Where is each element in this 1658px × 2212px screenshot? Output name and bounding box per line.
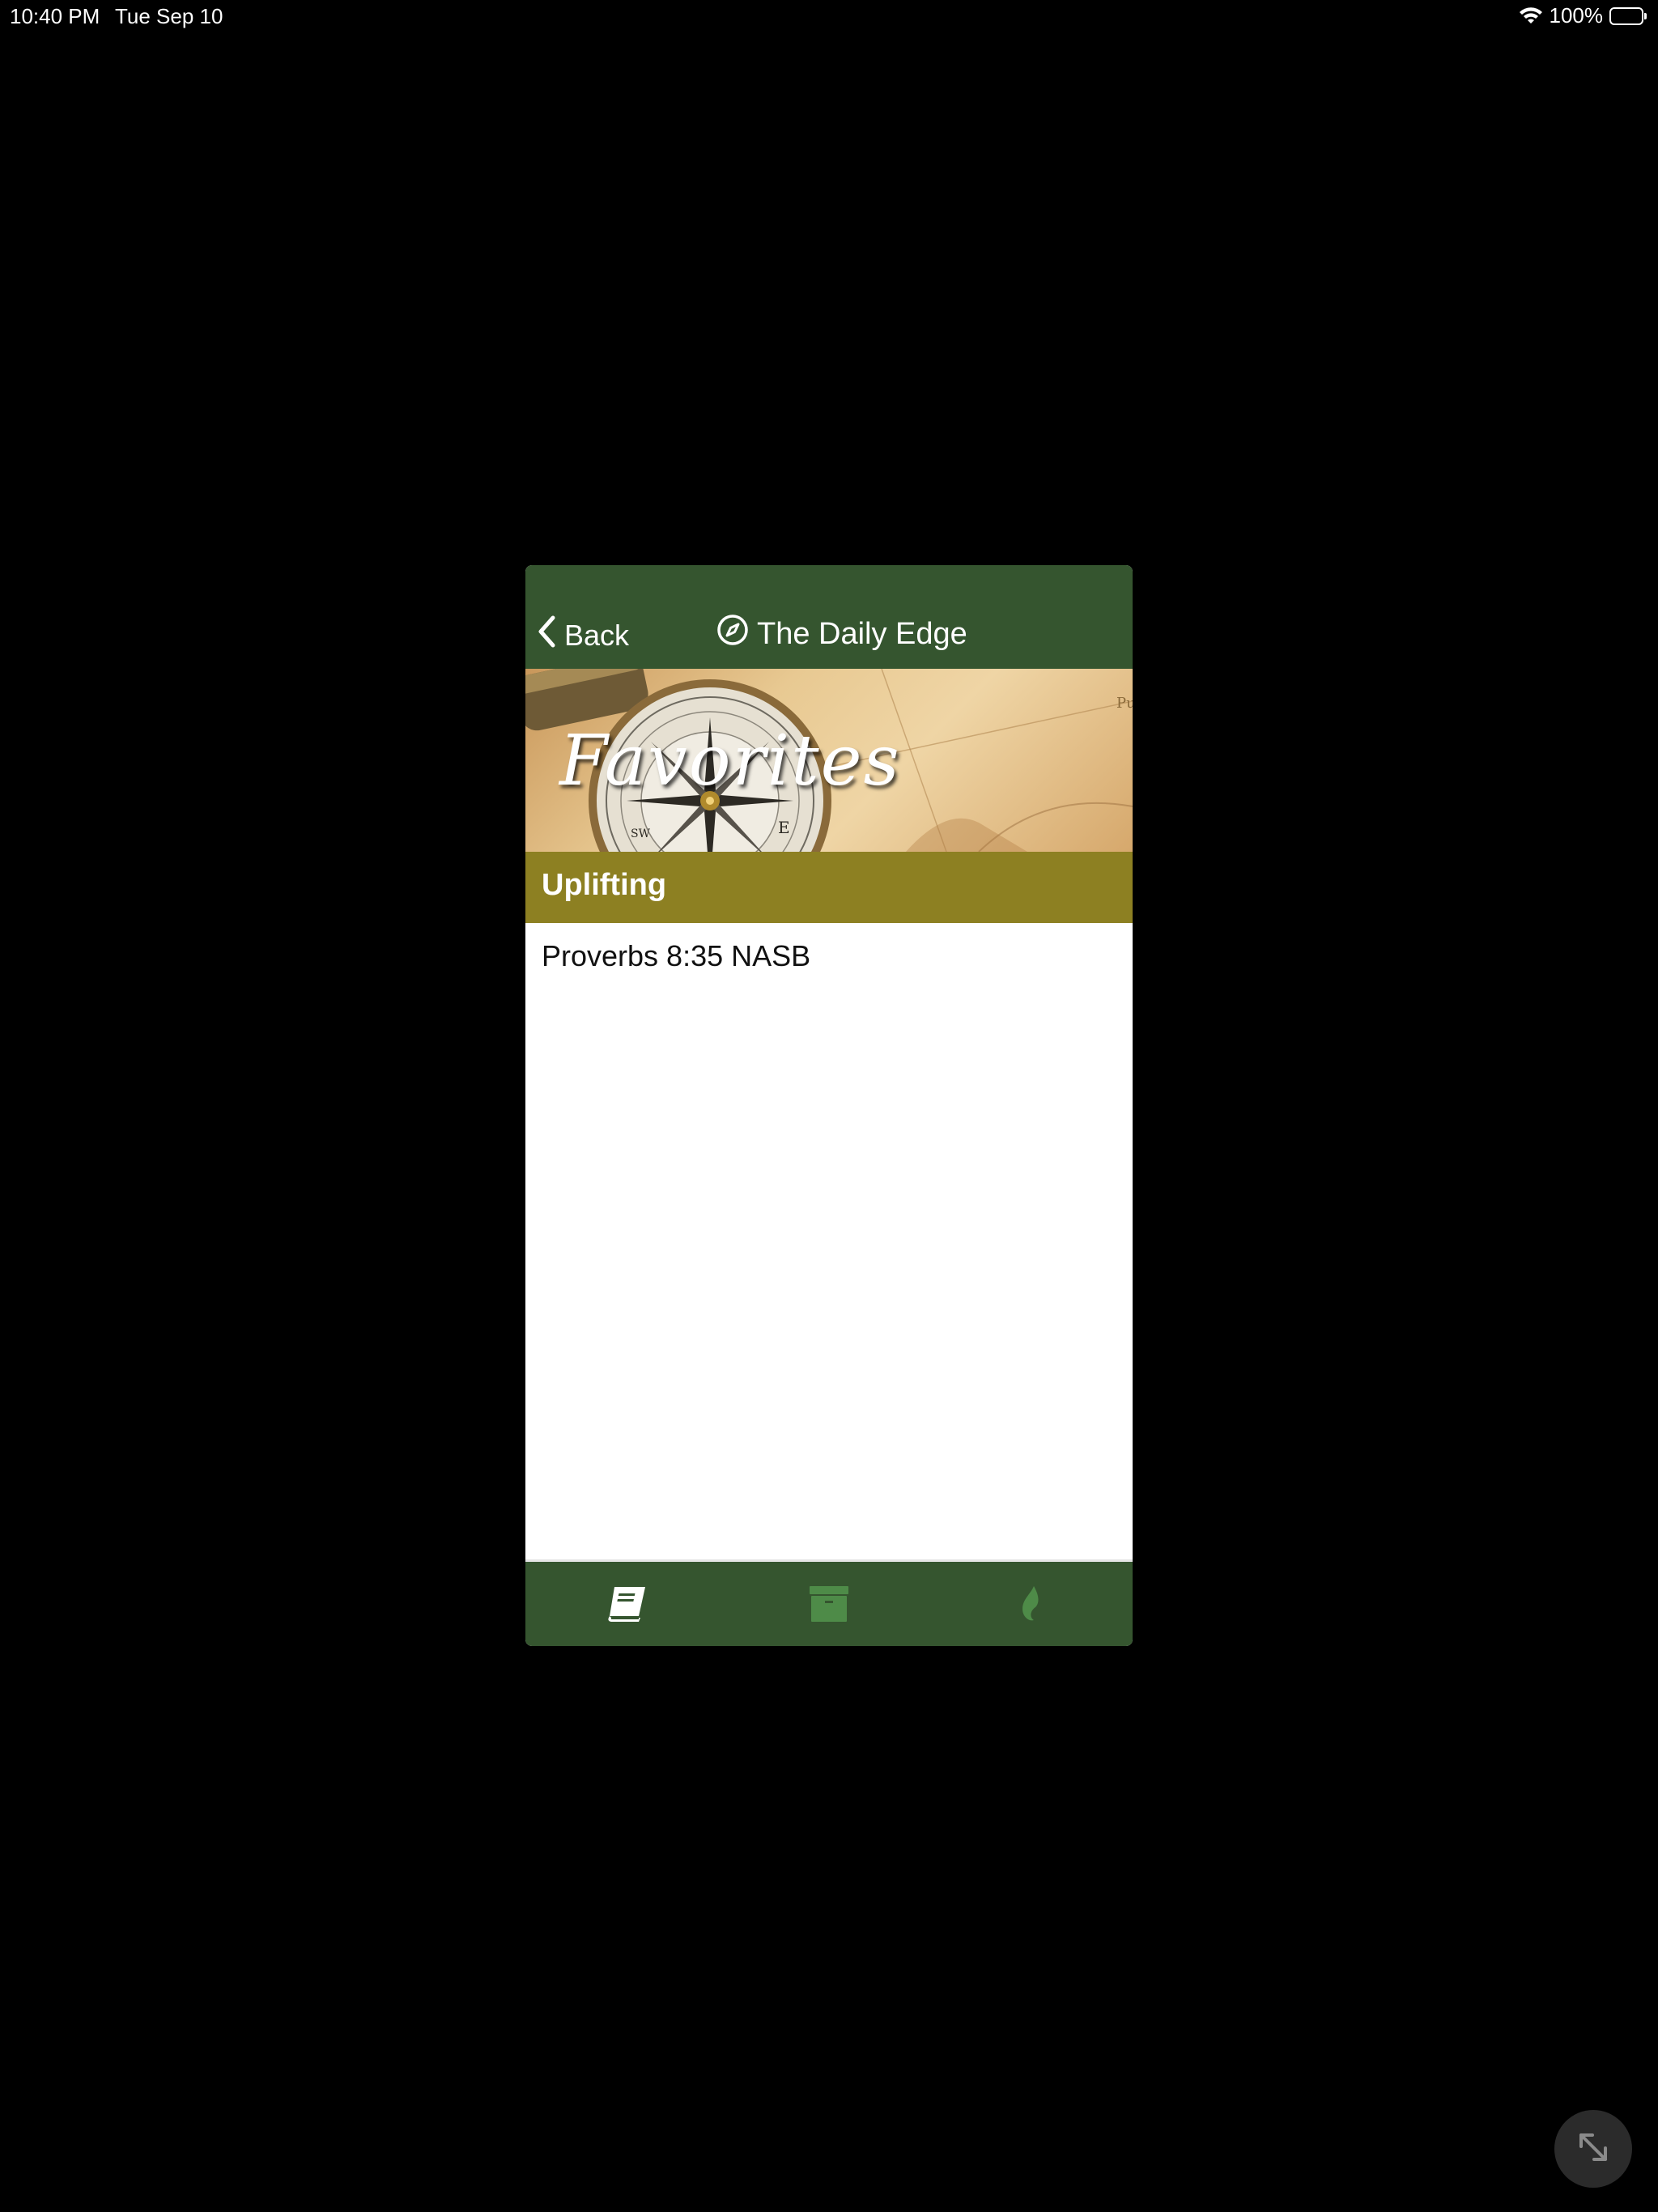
archive-box-icon xyxy=(809,1585,849,1627)
favorites-banner: E SW Pu Favorites xyxy=(525,669,1133,852)
category-header: Uplifting xyxy=(525,852,1133,923)
wifi-icon xyxy=(1519,6,1543,25)
battery-percentage: 100% xyxy=(1549,3,1604,28)
svg-text:SW: SW xyxy=(631,827,651,840)
svg-text:Pu: Pu xyxy=(1116,695,1133,712)
banner-title: Favorites xyxy=(559,721,901,802)
status-time: 10:40 PM xyxy=(10,4,100,28)
tab-flame[interactable] xyxy=(1007,1583,1056,1628)
expand-arrows-icon xyxy=(1573,2127,1613,2172)
status-indicators: 100% xyxy=(1519,3,1647,28)
app-window: Back The Daily Edge E SW Pu Favorites Up… xyxy=(525,565,1133,1646)
tab-archive[interactable] xyxy=(805,1583,853,1628)
tab-books[interactable] xyxy=(602,1583,651,1628)
flame-icon xyxy=(1018,1585,1045,1627)
status-date: Tue Sep 10 xyxy=(115,4,223,28)
back-label: Back xyxy=(564,618,630,652)
category-label: Uplifting xyxy=(542,868,667,902)
expand-button[interactable] xyxy=(1554,2110,1632,2188)
compass-icon xyxy=(716,614,749,654)
tab-bar xyxy=(525,1559,1133,1646)
status-bar: 10:40 PM Tue Sep 10 100% xyxy=(0,0,1658,32)
nav-bar: Back The Daily Edge xyxy=(525,565,1133,669)
page-title: The Daily Edge xyxy=(716,614,967,654)
back-button[interactable]: Back xyxy=(537,615,629,655)
app-title: The Daily Edge xyxy=(757,616,967,651)
svg-text:E: E xyxy=(778,818,790,837)
chevron-left-icon xyxy=(537,615,556,655)
favorites-list: Proverbs 8:35 NASB xyxy=(525,923,1133,1557)
battery-icon xyxy=(1609,6,1647,25)
list-item[interactable]: Proverbs 8:35 NASB xyxy=(542,939,810,973)
book-icon xyxy=(605,1584,648,1628)
